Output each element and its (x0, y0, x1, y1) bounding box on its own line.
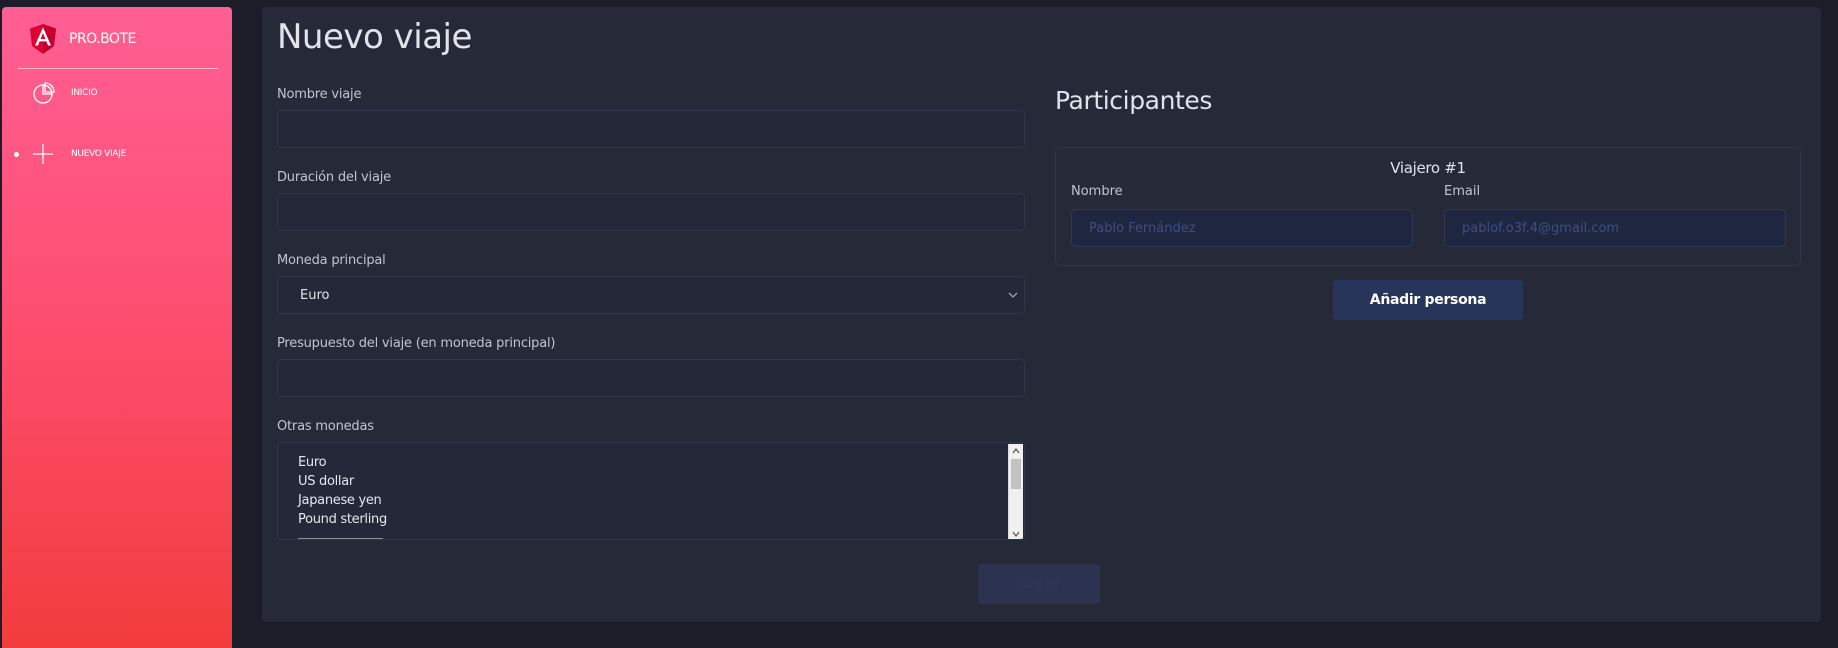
currency-option[interactable]: Japanese yen (298, 493, 382, 508)
other-currencies-listbox[interactable]: Euro US dollar Japanese yen Pound sterli… (277, 442, 1025, 540)
brand[interactable]: PRO.BOTE (29, 24, 136, 54)
list-partial-item (298, 538, 383, 539)
scroll-up-arrow-icon[interactable] (1009, 444, 1023, 457)
main-currency-label: Moneda principal (277, 253, 386, 268)
sidebar-item-inicio[interactable]: INICIO (2, 73, 232, 113)
sidebar-item-label: INICIO (71, 88, 98, 98)
sidebar-item-nuevo-viaje[interactable]: NUEVO VIAJE (2, 134, 232, 174)
duration-label: Duración del viaje (277, 170, 391, 185)
create-button[interactable]: Crear (978, 564, 1100, 604)
other-currencies-label: Otras monedas (277, 419, 374, 434)
trip-name-label: Nombre viaje (277, 87, 362, 102)
participants-title: Participantes (1055, 86, 1213, 115)
traveler-name-label: Nombre (1071, 184, 1123, 199)
main-panel: Nuevo viaje Nombre viaje Duración del vi… (262, 7, 1821, 622)
scroll-thumb[interactable] (1011, 459, 1021, 489)
traveler-email-input[interactable] (1444, 209, 1786, 247)
pie-chart-icon (33, 82, 55, 104)
sidebar-item-label: NUEVO VIAJE (71, 149, 126, 159)
budget-label: Presupuesto del viaje (en moneda princip… (277, 336, 556, 351)
chevron-down-icon (1008, 292, 1018, 298)
duration-input[interactable] (277, 193, 1025, 231)
traveler-title: Viajero #1 (1390, 159, 1466, 177)
main-currency-select[interactable]: Euro (277, 276, 1025, 314)
currency-option[interactable]: US dollar (298, 474, 354, 489)
currency-option[interactable]: Euro (298, 455, 327, 470)
plus-icon (33, 144, 53, 164)
trip-name-input[interactable] (277, 110, 1025, 148)
main-currency-value: Euro (300, 287, 330, 303)
currency-option[interactable]: Pound sterling (298, 512, 387, 527)
sidebar-divider (18, 68, 218, 69)
budget-input[interactable] (277, 359, 1025, 397)
active-indicator (14, 151, 19, 157)
sidebar: PRO.BOTE INICIO NUEVO VIAJE (2, 7, 232, 648)
angular-logo-icon (30, 24, 56, 54)
traveler-email-label: Email (1444, 184, 1481, 199)
traveler-name-input[interactable] (1071, 209, 1413, 247)
scroll-down-arrow-icon[interactable] (1009, 527, 1023, 539)
add-person-button[interactable]: Añadir persona (1333, 280, 1523, 320)
app-name: PRO.BOTE (69, 31, 136, 47)
page-title: Nuevo viaje (277, 17, 472, 57)
traveler-card: Viajero #1 Nombre Email (1055, 147, 1801, 266)
listbox-scrollbar[interactable] (1008, 444, 1023, 539)
